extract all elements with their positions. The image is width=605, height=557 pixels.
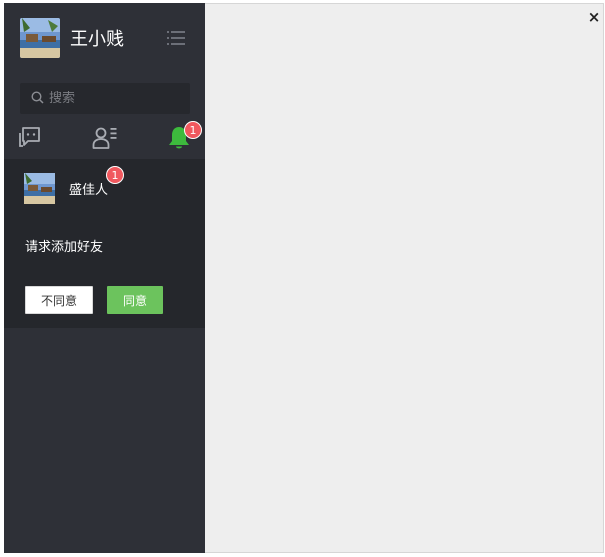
requester-name: 盛佳人 bbox=[69, 183, 109, 198]
search-input[interactable] bbox=[49, 91, 169, 106]
sidebar-tabs: 1 bbox=[4, 121, 205, 159]
friend-request-panel: 1 盛佳人 请求添加好友 不同意 同意 bbox=[4, 159, 205, 328]
chat-bubbles-icon bbox=[18, 126, 42, 154]
search-icon bbox=[31, 89, 44, 108]
tab-contacts[interactable] bbox=[85, 121, 125, 159]
request-message: 请求添加好友 bbox=[25, 240, 104, 255]
notification-badge: 1 bbox=[184, 121, 202, 139]
accept-button[interactable]: 同意 bbox=[107, 286, 163, 314]
tab-messages[interactable] bbox=[10, 121, 50, 159]
requester-avatar[interactable] bbox=[24, 173, 55, 204]
contact-list-icon bbox=[92, 126, 118, 154]
reject-button[interactable]: 不同意 bbox=[25, 286, 93, 314]
menu-list-icon[interactable] bbox=[167, 30, 185, 46]
user-name: 王小贱 bbox=[70, 29, 124, 50]
close-icon[interactable]: × bbox=[586, 8, 602, 26]
profile-header: 王小贱 bbox=[20, 18, 191, 58]
search-box bbox=[20, 83, 190, 114]
sidebar: 王小贱 搜索 1 1 盛佳人 请求添加好友 不同意 同意 bbox=[4, 3, 205, 553]
user-avatar[interactable] bbox=[20, 18, 60, 58]
requester-badge: 1 bbox=[106, 166, 124, 184]
